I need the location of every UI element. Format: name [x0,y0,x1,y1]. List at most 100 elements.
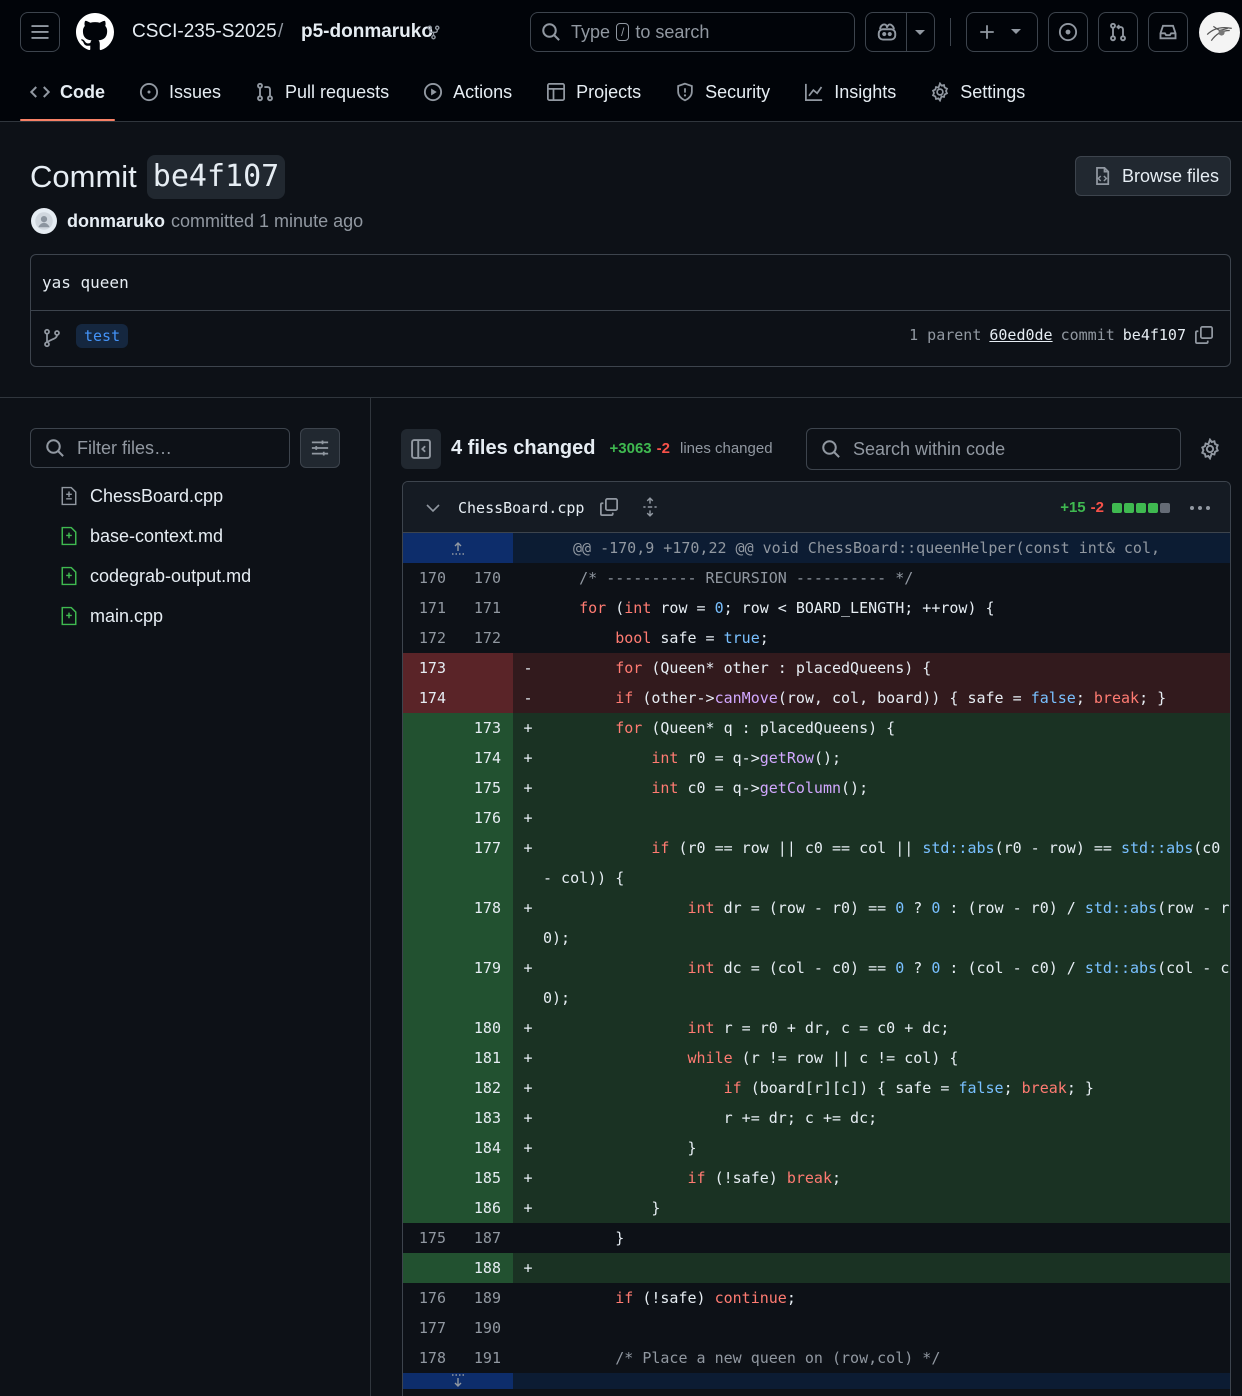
pull-requests-button[interactable] [1098,12,1138,52]
expand-all-icon[interactable] [641,497,659,517]
old-line-number[interactable] [403,1103,458,1133]
old-line-number[interactable] [403,1253,458,1283]
tab-security[interactable]: Security [665,72,780,112]
file-tree-item[interactable]: codegrab-output.md [60,565,251,587]
new-line-number[interactable]: 174 [458,743,513,773]
old-line-number[interactable]: 170 [403,563,458,593]
old-line-number[interactable]: 178 [403,1343,458,1373]
old-line-number[interactable] [403,713,458,743]
issues-button[interactable] [1048,12,1088,52]
create-new-button[interactable] [966,12,1038,52]
old-line-number[interactable] [403,803,458,833]
new-line-number[interactable]: 173 [458,713,513,743]
old-line-number[interactable]: 175 [403,1223,458,1253]
new-line-number[interactable]: 187 [458,1223,513,1253]
new-line-number[interactable]: 170 [458,563,513,593]
tab-actions[interactable]: Actions [413,72,522,112]
new-line-number[interactable]: 185 [458,1163,513,1193]
file-tree-item[interactable]: main.cpp [60,605,163,627]
toggle-sidebar-button[interactable] [401,429,441,469]
branch-badge[interactable]: test [76,324,129,348]
old-line-number[interactable] [403,743,458,773]
copilot-button[interactable] [865,12,935,52]
old-line-number[interactable]: 176 [403,1283,458,1313]
tab-pull-requests[interactable]: Pull requests [245,72,399,112]
file-tree-item[interactable]: base-context.md [60,525,223,547]
new-line-number[interactable]: 188 [458,1253,513,1283]
old-line-number[interactable]: 174 [403,683,458,713]
file-tree-item[interactable]: ChessBoard.cpp [60,485,223,507]
new-line-number[interactable]: 175 [458,773,513,803]
parent-sha-link[interactable]: 60ed0de [989,326,1052,344]
old-line-number[interactable]: 173 [403,653,458,683]
user-avatar[interactable] [1199,12,1240,53]
diff-marker: + [523,809,533,827]
breadcrumb-repo[interactable]: p5-donmaruko [301,20,433,44]
breadcrumb-org[interactable]: CSCI-235-S2025 [132,20,277,44]
tab-projects[interactable]: Projects [536,72,651,112]
old-line-number[interactable] [403,1013,458,1043]
expand-lines-button[interactable] [403,533,513,563]
kebab-menu-icon[interactable] [1188,500,1212,516]
new-line-number[interactable]: 190 [458,1313,513,1343]
tab-insights[interactable]: Insights [794,72,906,112]
search-within-code-input[interactable]: Search within code [806,428,1181,470]
diff-row: 171 171 for (int row = 0; row < BOARD_LEN… [403,593,1230,623]
tab-code[interactable]: Code [20,72,115,121]
old-line-number[interactable]: 172 [403,623,458,653]
github-logo-icon[interactable] [76,13,114,51]
new-line-number[interactable]: 183 [458,1103,513,1133]
new-line-number[interactable]: 181 [458,1043,513,1073]
new-line-number[interactable]: 189 [458,1283,513,1313]
author-name[interactable]: donmaruko [67,211,165,232]
diff-file-name[interactable]: ChessBoard.cpp [458,499,584,517]
new-line-number[interactable]: 176 [458,803,513,833]
new-line-number[interactable] [458,683,513,713]
copy-icon[interactable] [1194,325,1214,345]
new-line-number[interactable]: 184 [458,1133,513,1163]
new-line-number[interactable]: 179 [458,953,513,1013]
old-line-number[interactable] [403,953,458,1013]
diff-row: 176 189 if (!safe) continue; [403,1283,1230,1313]
expand-lines-button[interactable] [403,1373,513,1389]
menu-button[interactable] [20,12,60,52]
global-search[interactable]: Type / to search [530,12,855,52]
filter-options-button[interactable] [300,428,340,468]
tab-issues[interactable]: Issues [129,72,231,112]
diff-settings-gear-icon[interactable] [1199,438,1221,460]
author-avatar[interactable] [31,208,57,234]
browse-files-button[interactable]: Browse files [1075,156,1231,196]
new-line-number[interactable] [458,653,513,683]
copy-icon[interactable] [599,497,619,517]
tab-settings[interactable]: Settings [920,72,1035,112]
new-line-number[interactable]: 178 [458,893,513,953]
old-line-number[interactable]: 171 [403,593,458,623]
line-numbers: 173 [403,653,513,683]
new-line-number[interactable]: 171 [458,593,513,623]
chevron-down-icon[interactable] [425,501,441,515]
new-line-number[interactable]: 182 [458,1073,513,1103]
old-line-number[interactable]: 177 [403,1313,458,1343]
new-line-number[interactable]: 191 [458,1343,513,1373]
line-numbers: 184 [403,1133,513,1163]
old-line-number[interactable] [403,1043,458,1073]
code-line: if (other->canMove(row, col, board)) { s… [615,689,1167,707]
old-line-number[interactable] [403,833,458,893]
old-line-number[interactable] [403,1193,458,1223]
diffstat-block [1160,502,1170,513]
new-line-number[interactable]: 172 [458,623,513,653]
filter-files-input[interactable]: Filter files… [30,428,290,468]
new-line-number[interactable]: 177 [458,833,513,893]
old-line-number[interactable] [403,773,458,803]
line-numbers: 186 [403,1193,513,1223]
old-line-number[interactable] [403,893,458,953]
diff-marker [513,563,543,593]
code-line: } [543,1139,697,1157]
old-line-number[interactable] [403,1133,458,1163]
old-line-number[interactable] [403,1073,458,1103]
inbox-button[interactable] [1148,12,1188,52]
old-line-number[interactable] [403,1163,458,1193]
new-line-number[interactable]: 180 [458,1013,513,1043]
diff-marker: + [523,779,533,797]
new-line-number[interactable]: 186 [458,1193,513,1223]
